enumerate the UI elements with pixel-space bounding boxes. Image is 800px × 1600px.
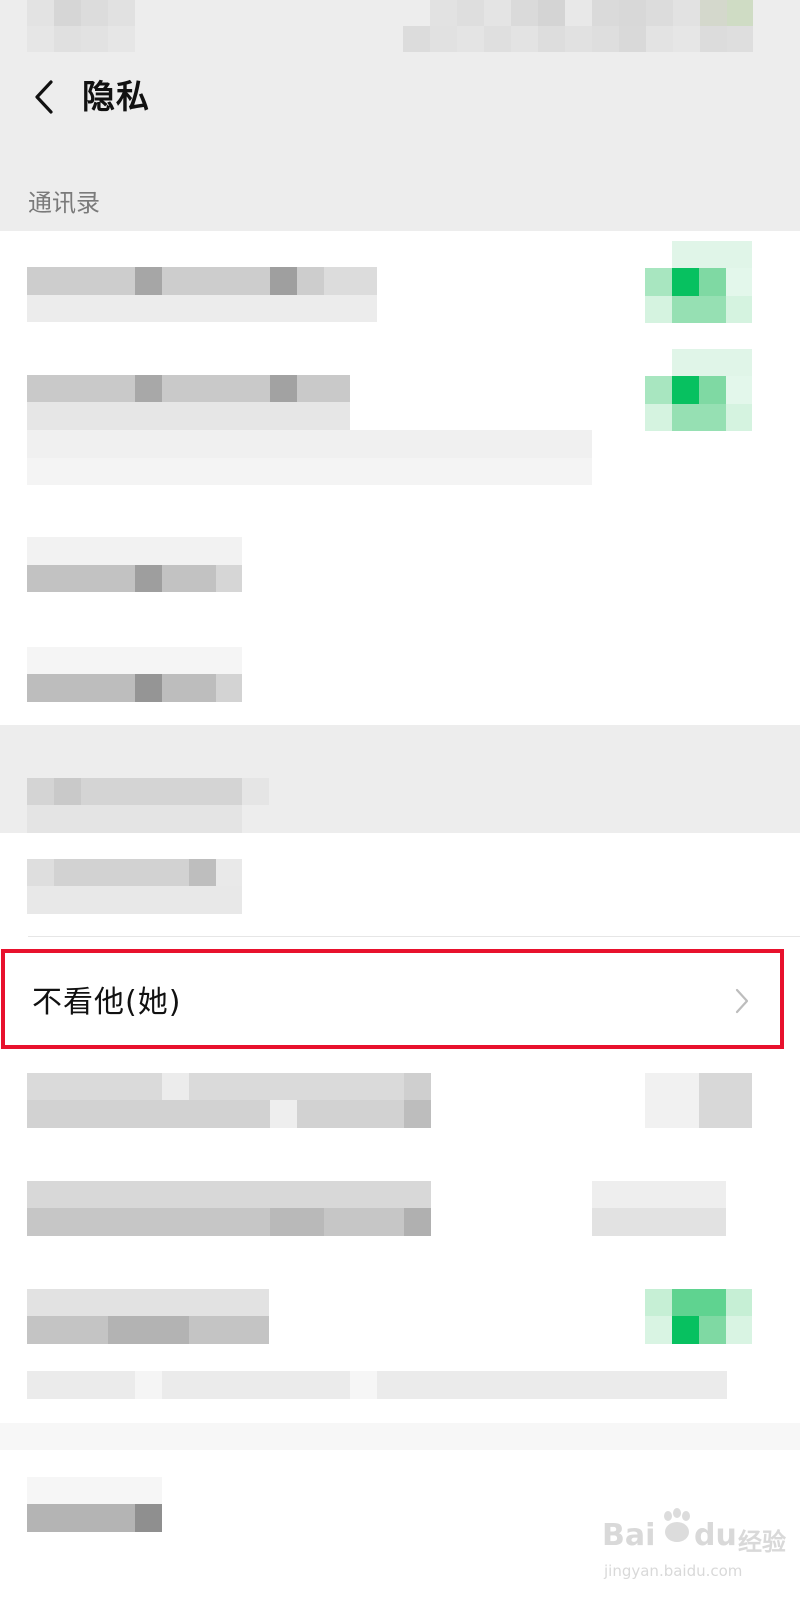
blurred-text xyxy=(27,1289,727,1399)
blurred-text xyxy=(27,647,242,702)
toggle-switch-on[interactable] xyxy=(645,349,752,431)
watermark: Bai du 经验 jingyan.baidu.com xyxy=(598,1480,798,1590)
blurred-text xyxy=(27,375,592,485)
row-label: 不看他(她) xyxy=(32,985,182,1020)
status-bar xyxy=(0,0,800,55)
back-button[interactable] xyxy=(22,72,66,122)
chevron-right-icon xyxy=(735,988,749,1014)
blurred-text xyxy=(27,1073,431,1128)
settings-group-contacts xyxy=(0,231,800,725)
toggle-switch-on[interactable] xyxy=(645,241,752,323)
watermark-url: jingyan.baidu.com xyxy=(604,1562,743,1580)
settings-row-blurred[interactable] xyxy=(0,1163,800,1263)
settings-row-blurred[interactable] xyxy=(0,511,800,611)
watermark-brand-2: du xyxy=(694,1518,737,1553)
settings-row-blurred[interactable] xyxy=(0,1058,800,1158)
settings-row-hide-their-moments[interactable]: 不看他(她) xyxy=(0,953,800,1053)
blurred-text xyxy=(27,1181,431,1236)
blurred-text xyxy=(27,1477,162,1532)
row-divider xyxy=(28,936,800,937)
settings-row-blurred[interactable] xyxy=(0,231,800,341)
page-title: 隐私 xyxy=(82,77,150,116)
settings-row-blurred[interactable] xyxy=(0,1273,800,1423)
blurred-text xyxy=(27,267,377,322)
status-bar-right-blur xyxy=(403,0,753,52)
status-bar-left-blur xyxy=(27,0,135,52)
blurred-divider xyxy=(0,1423,800,1450)
blurred-text xyxy=(27,859,242,914)
watermark-brand: Bai xyxy=(602,1518,656,1553)
paw-icon xyxy=(664,1508,690,1542)
blurred-value xyxy=(645,1073,752,1128)
settings-row-blurred[interactable] xyxy=(0,349,800,499)
blurred-text xyxy=(27,537,242,592)
settings-group-moments xyxy=(0,833,800,1423)
section-header-contacts: 通讯录 xyxy=(28,189,100,217)
watermark-suffix: 经验 xyxy=(738,1528,786,1556)
blurred-section-header xyxy=(27,778,269,833)
navigation-bar: 隐私 xyxy=(0,55,800,145)
settings-row-blurred[interactable] xyxy=(0,621,800,725)
settings-row-blurred[interactable] xyxy=(0,833,800,936)
blurred-value xyxy=(592,1181,726,1236)
chevron-left-icon xyxy=(35,80,53,114)
toggle-switch-on[interactable] xyxy=(645,1289,752,1344)
